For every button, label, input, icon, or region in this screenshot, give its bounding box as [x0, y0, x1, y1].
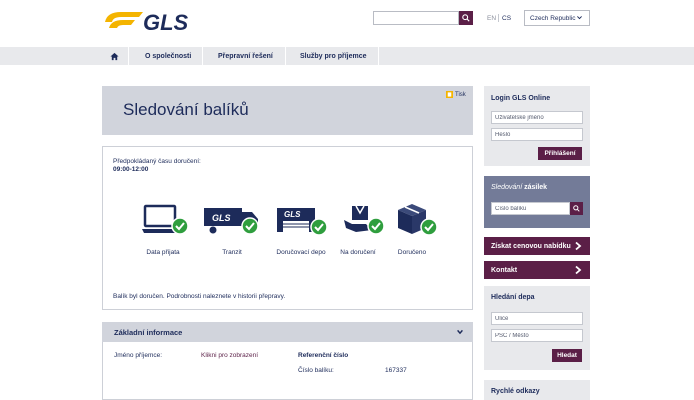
login-button[interactable]: Přihlášení — [538, 147, 582, 160]
get-quote-label: Získat cenovou nabídku — [491, 242, 571, 250]
search-icon — [462, 14, 470, 22]
recipient-reveal-link[interactable]: Klikni pro zobrazení — [201, 352, 258, 359]
page-title: Sledování balíků — [123, 100, 249, 119]
step-label-delivered: Doručeno — [397, 249, 427, 256]
step-label-transit: Tranzit — [222, 249, 242, 256]
lang-cs[interactable]: CS — [502, 15, 511, 22]
search-icon — [573, 205, 580, 212]
quick-links-title: Rychlé odkazy — [491, 388, 540, 395]
lang-divider — [498, 14, 499, 22]
chevron-right-icon — [575, 241, 582, 251]
nav-home[interactable] — [110, 47, 119, 65]
chevron-right-icon — [575, 265, 582, 275]
track-shipment-title: Sledování zásilek — [491, 184, 547, 191]
lang-en[interactable]: EN — [487, 15, 496, 22]
track-title-bold: zásilek — [524, 184, 548, 191]
package-icon — [396, 202, 444, 238]
get-quote-link[interactable]: Získat cenovou nabídku — [484, 237, 590, 255]
country-value: Czech Republic — [530, 14, 576, 22]
truck-icon: GLS — [204, 202, 259, 238]
gls-logo[interactable]: GLS — [103, 8, 195, 35]
nav-divider — [378, 47, 379, 65]
print-icon — [446, 91, 453, 98]
street-input[interactable] — [491, 312, 583, 325]
step-label-data-received: Data přijata — [146, 249, 180, 256]
chevron-down-icon[interactable] — [456, 328, 464, 336]
parcel-number-input[interactable] — [491, 202, 570, 215]
nav-divider — [202, 47, 203, 65]
reference-label: Referenční číslo — [298, 352, 349, 359]
track-title-italic: Sledování — [491, 184, 523, 191]
basic-info-title: Základní informace — [114, 328, 183, 337]
print-link[interactable]: Tisk — [446, 91, 466, 98]
depot-search-title: Hledání depa — [491, 294, 535, 301]
eta-label: Předpokládaný času doručení: — [113, 158, 201, 165]
logo-text: GLS — [143, 10, 189, 34]
country-select[interactable]: Czech Republic — [524, 10, 590, 26]
svg-text:GLS: GLS — [212, 213, 231, 223]
basic-info-body — [102, 342, 473, 400]
password-input[interactable] — [491, 128, 583, 141]
login-title: Login GLS Online — [491, 95, 551, 102]
contact-label: Kontakt — [491, 266, 518, 274]
nav-item-about[interactable]: O společnosti — [145, 47, 191, 65]
hand-package-icon — [342, 202, 390, 238]
nav-divider — [285, 47, 286, 65]
eta-value: 09:00-12:00 — [113, 166, 149, 173]
parcel-number-value: 167337 — [385, 367, 407, 374]
print-label: Tisk — [455, 91, 466, 98]
contact-link[interactable]: Kontakt — [484, 261, 590, 279]
chevron-down-icon — [577, 16, 582, 20]
username-input[interactable] — [491, 111, 583, 124]
recipient-label: Jméno příjemce: — [114, 352, 163, 359]
depot-icon: GLS — [277, 202, 328, 238]
nav-item-recipient-services[interactable]: Služby pro příjemce — [300, 47, 367, 65]
zip-city-input[interactable] — [491, 329, 583, 342]
home-icon — [110, 52, 119, 60]
svg-text:GLS: GLS — [284, 210, 301, 219]
site-search-button[interactable] — [459, 11, 473, 25]
depot-search-button[interactable]: Hledat — [552, 349, 582, 362]
site-search-input[interactable] — [373, 11, 459, 25]
delivery-status-message: Balík byl doručen. Podrobnosti naleznete… — [113, 293, 286, 300]
nav-item-shipping[interactable]: Přepravní řešení — [218, 47, 273, 65]
laptop-icon — [142, 202, 190, 238]
nav-divider — [128, 47, 129, 65]
track-search-button[interactable] — [570, 202, 583, 215]
parcel-number-label: Číslo balíku: — [298, 367, 334, 374]
